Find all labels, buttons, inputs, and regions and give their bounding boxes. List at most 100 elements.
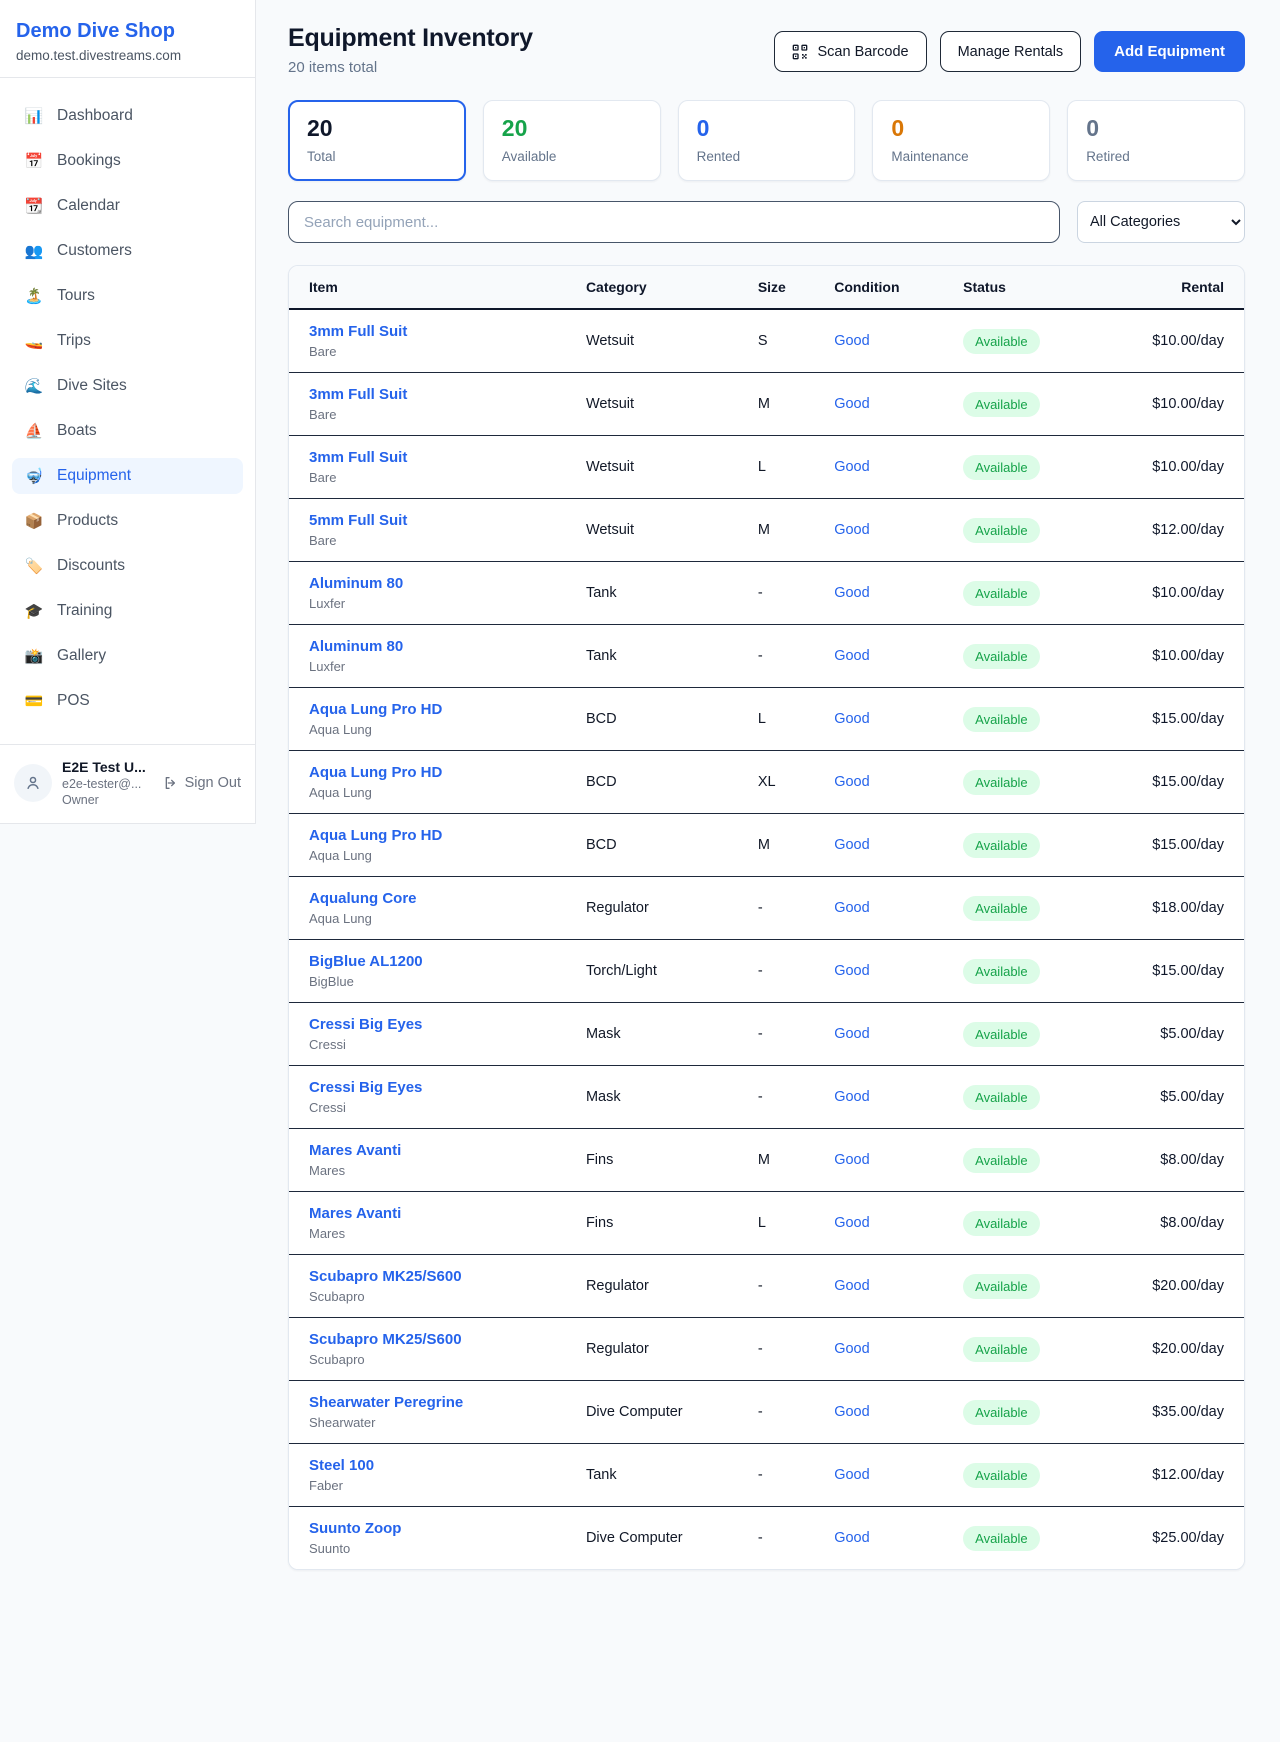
condition-link[interactable]: Good <box>834 522 869 538</box>
stat-card-maintenance[interactable]: 0 Maintenance <box>872 100 1050 181</box>
equipment-item-link[interactable]: Aqualung Core <box>309 890 546 907</box>
table-body: 3mm Full Suit Bare Wetsuit S Good Availa… <box>289 309 1244 1569</box>
condition-link[interactable]: Good <box>834 585 869 601</box>
condition-link[interactable]: Good <box>834 1467 869 1483</box>
stat-card-rented[interactable]: 0 Rented <box>678 100 856 181</box>
sidebar-item-dashboard[interactable]: 📊 Dashboard <box>12 98 243 134</box>
items-total-text: 20 items total <box>288 59 533 76</box>
equipment-item-link[interactable]: Aluminum 80 <box>309 575 546 592</box>
condition-link[interactable]: Good <box>834 648 869 664</box>
equipment-item-link[interactable]: 3mm Full Suit <box>309 449 546 466</box>
equipment-item-link[interactable]: Mares Avanti <box>309 1205 546 1222</box>
item-cell: Cressi Big Eyes Cressi <box>289 1066 566 1129</box>
condition-link[interactable]: Good <box>834 1341 869 1357</box>
equipment-item-link[interactable]: 5mm Full Suit <box>309 512 546 529</box>
condition-link[interactable]: Good <box>834 1026 869 1042</box>
equipment-brand: Scubapro <box>309 1289 546 1304</box>
condition-link[interactable]: Good <box>834 1152 869 1168</box>
status-badge: Available <box>963 1463 1040 1488</box>
condition-link[interactable]: Good <box>834 333 869 349</box>
stat-card-total[interactable]: 20 Total <box>288 100 466 181</box>
condition-cell: Good <box>814 499 943 562</box>
condition-link[interactable]: Good <box>834 711 869 727</box>
scan-barcode-button[interactable]: Scan Barcode <box>774 31 926 72</box>
sidebar-item-calendar[interactable]: 📆 Calendar <box>12 188 243 224</box>
equipment-item-link[interactable]: Scubapro MK25/S600 <box>309 1331 546 1348</box>
sidebar-item-gallery[interactable]: 📸 Gallery <box>12 638 243 674</box>
rental-cell: $10.00/day <box>1101 309 1244 373</box>
equipment-item-link[interactable]: Shearwater Peregrine <box>309 1394 546 1411</box>
sidebar-item-equipment[interactable]: 🤿 Equipment <box>12 458 243 494</box>
condition-link[interactable]: Good <box>834 900 869 916</box>
condition-link[interactable]: Good <box>834 459 869 475</box>
size-cell: M <box>738 499 814 562</box>
condition-link[interactable]: Good <box>834 837 869 853</box>
category-select[interactable]: All Categories <box>1077 201 1245 243</box>
condition-link[interactable]: Good <box>834 963 869 979</box>
equipment-brand: Bare <box>309 533 546 548</box>
manage-rentals-label: Manage Rentals <box>958 44 1064 60</box>
condition-link[interactable]: Good <box>834 396 869 412</box>
sidebar-item-tours[interactable]: 🏝️ Tours <box>12 278 243 314</box>
column-header-condition: Condition <box>814 266 943 309</box>
stat-label: Retired <box>1086 149 1226 164</box>
category-cell: BCD <box>566 688 738 751</box>
equipment-item-link[interactable]: Aqua Lung Pro HD <box>309 764 546 781</box>
item-cell: Scubapro MK25/S600 Scubapro <box>289 1318 566 1381</box>
status-cell: Available <box>943 499 1101 562</box>
condition-link[interactable]: Good <box>834 1215 869 1231</box>
sidebar-item-discounts[interactable]: 🏷️ Discounts <box>12 548 243 584</box>
status-cell: Available <box>943 373 1101 436</box>
rental-cell: $15.00/day <box>1101 940 1244 1003</box>
equipment-item-link[interactable]: Aqua Lung Pro HD <box>309 827 546 844</box>
equipment-item-link[interactable]: Aluminum 80 <box>309 638 546 655</box>
condition-cell: Good <box>814 1192 943 1255</box>
speedboat-icon: 🚤 <box>24 332 44 350</box>
sidebar-item-customers[interactable]: 👥 Customers <box>12 233 243 269</box>
item-cell: 5mm Full Suit Bare <box>289 499 566 562</box>
stat-card-available[interactable]: 20 Available <box>483 100 661 181</box>
condition-cell: Good <box>814 309 943 373</box>
equipment-item-link[interactable]: Cressi Big Eyes <box>309 1079 546 1096</box>
sidebar-item-bookings[interactable]: 📅 Bookings <box>12 143 243 179</box>
manage-rentals-button[interactable]: Manage Rentals <box>940 31 1082 72</box>
sidebar-item-training[interactable]: 🎓 Training <box>12 593 243 629</box>
equipment-item-link[interactable]: BigBlue AL1200 <box>309 953 546 970</box>
equipment-item-link[interactable]: Scubapro MK25/S600 <box>309 1268 546 1285</box>
sidebar-item-trips[interactable]: 🚤 Trips <box>12 323 243 359</box>
equipment-item-link[interactable]: 3mm Full Suit <box>309 386 546 403</box>
sidebar-item-boats[interactable]: ⛵ Boats <box>12 413 243 449</box>
sidebar-item-pos[interactable]: 💳 POS <box>12 683 243 719</box>
sidebar-item-dive-sites[interactable]: 🌊 Dive Sites <box>12 368 243 404</box>
add-equipment-button[interactable]: Add Equipment <box>1094 31 1245 72</box>
condition-link[interactable]: Good <box>834 1089 869 1105</box>
status-badge: Available <box>963 392 1040 417</box>
condition-link[interactable]: Good <box>834 774 869 790</box>
status-cell: Available <box>943 625 1101 688</box>
category-cell: Regulator <box>566 877 738 940</box>
condition-link[interactable]: Good <box>834 1404 869 1420</box>
equipment-item-link[interactable]: Suunto Zoop <box>309 1520 546 1537</box>
table-row: Aluminum 80 Luxfer Tank - Good Available <box>289 625 1244 688</box>
equipment-item-link[interactable]: Mares Avanti <box>309 1142 546 1159</box>
sidebar-item-products[interactable]: 📦 Products <box>12 503 243 539</box>
stat-card-retired[interactable]: 0 Retired <box>1067 100 1245 181</box>
size-cell: - <box>738 877 814 940</box>
category-cell: Dive Computer <box>566 1381 738 1444</box>
equipment-item-link[interactable]: 3mm Full Suit <box>309 323 546 340</box>
rental-cell: $35.00/day <box>1101 1381 1244 1444</box>
table-row: Mares Avanti Mares Fins L Good Available <box>289 1192 1244 1255</box>
table-row: Aqua Lung Pro HD Aqua Lung BCD XL Good A… <box>289 751 1244 814</box>
condition-link[interactable]: Good <box>834 1530 869 1546</box>
size-cell: - <box>738 1507 814 1570</box>
search-input[interactable] <box>288 201 1060 243</box>
size-cell: L <box>738 1192 814 1255</box>
status-cell: Available <box>943 751 1101 814</box>
condition-link[interactable]: Good <box>834 1278 869 1294</box>
page-header: Equipment Inventory 20 items total <box>288 24 1245 76</box>
brand-block: Demo Dive Shop demo.test.divestreams.com <box>0 0 255 77</box>
equipment-item-link[interactable]: Steel 100 <box>309 1457 546 1474</box>
sign-out-button[interactable]: Sign Out <box>163 775 241 791</box>
equipment-item-link[interactable]: Aqua Lung Pro HD <box>309 701 546 718</box>
equipment-item-link[interactable]: Cressi Big Eyes <box>309 1016 546 1033</box>
